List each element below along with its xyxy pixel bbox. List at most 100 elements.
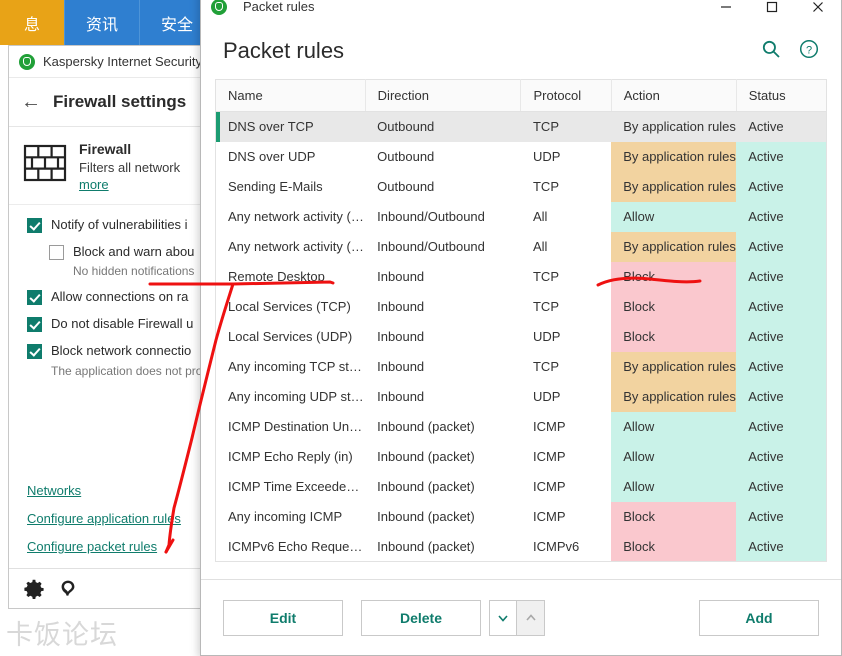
option-note-block-network-connections: The application does not pro	[51, 364, 203, 378]
table-row[interactable]: DNS over TCP Outbound TCP By application ru…	[215, 111, 827, 142]
networks-link[interactable]: Networks	[27, 483, 181, 498]
option-block-network-connections[interactable]: Block network connectio	[27, 343, 203, 359]
help-icon[interactable]: ?	[799, 39, 819, 62]
chevron-up-icon[interactable]	[517, 599, 545, 636]
brick-wall-icon	[23, 141, 67, 185]
table-row[interactable]: ICMPv6 Echo Request (... Inbound (packet)…	[216, 531, 827, 562]
cell-status: Active	[736, 171, 827, 202]
delete-button[interactable]: Delete	[361, 599, 481, 636]
cell-action: Allow	[611, 411, 737, 442]
cell-action: By application rules	[611, 381, 737, 412]
option-allow-connections[interactable]: Allow connections on ra	[27, 289, 203, 305]
checkbox-block-and-warn[interactable]	[49, 245, 64, 260]
column-header-direction[interactable]: Direction	[365, 79, 522, 112]
close-button[interactable]	[795, 0, 841, 22]
table-row[interactable]: Any incoming ICMP Inbound (packet) ICMP Blo…	[216, 501, 827, 532]
option-notify-vulnerabilities[interactable]: Notify of vulnerabilities i	[27, 217, 203, 233]
checkbox-do-not-disable-firewall[interactable]	[27, 317, 42, 332]
dialog-content: Name Direction Protocol Action Status DN…	[201, 79, 841, 579]
table-row[interactable]: Sending E-Mails Outbound TCP By application…	[216, 171, 827, 202]
table-row[interactable]: Local Services (TCP) Inbound TCP Block Activ…	[216, 291, 827, 322]
cell-direction: Inbound	[377, 389, 425, 404]
table-row[interactable]: Any incoming TCP stre... Inbound TCP By app…	[216, 351, 827, 382]
cell-direction: Inbound (packet)	[377, 419, 475, 434]
forum-watermark: 卡饭论坛	[6, 620, 118, 651]
cell-action: By application rules	[611, 351, 737, 382]
cell-protocol: ICMPv6	[532, 538, 580, 554]
dialog-header-actions: ?	[761, 39, 819, 62]
cell-rule-name: DNS over TCP	[215, 111, 366, 142]
back-arrow-icon[interactable]: ←	[9, 91, 53, 114]
cell-protocol: TCP	[532, 359, 559, 374]
page-title: Firewall settings	[53, 92, 187, 111]
cell-direction: Inbound (packet)	[377, 509, 475, 524]
gear-icon[interactable]	[23, 578, 45, 600]
cell-rule-name: Local Services (UDP)	[228, 329, 353, 344]
more-link[interactable]: more	[79, 177, 109, 192]
table-row[interactable]: ICMP Echo Reply (in) Inbound (packet) ICMP…	[216, 441, 827, 472]
cell-rule-name: Any incoming TCP stre...	[228, 359, 366, 374]
minimize-button[interactable]	[703, 0, 749, 22]
cell-protocol: TCP	[532, 179, 559, 194]
column-header-status[interactable]: Status	[736, 79, 827, 112]
edit-button[interactable]: Edit	[223, 599, 343, 636]
cell-rule-name: DNS over UDP	[228, 149, 316, 164]
cell-action: Block	[611, 531, 737, 562]
search-icon[interactable]	[761, 39, 781, 62]
column-header-name[interactable]: Name	[215, 79, 366, 112]
maximize-button[interactable]	[749, 0, 795, 22]
table-row[interactable]: Any network activity (L... Inbound/Outbou…	[216, 231, 827, 262]
cell-action: Block	[611, 291, 737, 322]
cell-action: Block	[611, 501, 737, 532]
cell-direction: Outbound	[377, 149, 435, 164]
cell-status: Active	[736, 201, 827, 232]
cell-status: Active	[736, 321, 827, 352]
column-header-protocol[interactable]: Protocol	[520, 79, 612, 112]
ksi-titlebar: Kaspersky Internet Security	[9, 46, 203, 78]
cell-protocol: UDP	[532, 329, 561, 344]
cell-direction: Outbound	[365, 111, 521, 142]
cell-action: Allow	[611, 471, 737, 502]
chevron-down-icon[interactable]	[489, 599, 517, 636]
cell-rule-name: ICMP Destination Unre...	[228, 419, 366, 434]
support-icon[interactable]	[57, 578, 79, 600]
cell-direction: Inbound	[377, 269, 425, 284]
cell-direction: Inbound (packet)	[377, 449, 475, 464]
option-label: Allow connections on ra	[51, 289, 189, 304]
checkbox-block-network-connections[interactable]	[27, 344, 42, 359]
add-button[interactable]: Add	[699, 599, 819, 636]
cell-rule-name: Any incoming ICMP	[228, 509, 343, 524]
cell-rule-name: ICMPv6 Echo Request (...	[228, 538, 366, 554]
browser-tab-1[interactable]: 资讯	[64, 0, 139, 45]
table-row[interactable]: ICMP Destination Unre... Inbound (packet)…	[216, 411, 827, 442]
cell-status: Active	[736, 441, 827, 472]
option-do-not-disable-firewall[interactable]: Do not disable Firewall u	[27, 316, 203, 332]
firewall-name: Firewall	[79, 141, 132, 157]
table-row[interactable]: ICMP Time Exceeded (in) Inbound (packet) I…	[216, 471, 827, 502]
cell-status: Active	[736, 411, 827, 442]
cell-status: Active	[736, 261, 827, 292]
configure-packet-rules-link[interactable]: Configure packet rules	[27, 539, 181, 554]
firewall-options-list: Notify of vulnerabilities i Block and wa…	[9, 205, 203, 378]
table-row[interactable]: Any incoming UDP stre... Inbound UDP By app…	[216, 381, 827, 412]
cell-status: Active	[736, 111, 827, 142]
table-row[interactable]: DNS over UDP Outbound UDP By application ru…	[216, 141, 827, 172]
table-row[interactable]: Local Services (UDP) Inbound UDP Block Activ…	[216, 321, 827, 352]
dialog-titlebar: Packet rules	[201, 0, 841, 22]
cell-direction: Inbound (packet)	[377, 479, 475, 494]
column-header-action[interactable]: Action	[611, 79, 737, 112]
cell-status: Active	[736, 381, 827, 412]
cell-protocol: UDP	[532, 389, 561, 404]
svg-text:?: ?	[806, 44, 812, 56]
table-row[interactable]: Remote Desktop Inbound TCP Block Active	[216, 261, 827, 292]
firewall-description: Filters all network	[79, 160, 181, 175]
cell-direction: Inbound	[377, 299, 425, 314]
option-note-block-and-warn: No hidden notifications	[73, 264, 195, 278]
browser-tab-0[interactable]: 息	[0, 0, 64, 45]
configure-application-rules-link[interactable]: Configure application rules	[27, 511, 181, 526]
checkbox-allow-connections[interactable]	[27, 290, 42, 305]
dialog-footer: Edit Delete Add	[201, 579, 841, 655]
table-row[interactable]: Any network activity (T... Inbound/Outbou…	[216, 201, 827, 232]
option-block-and-warn[interactable]: Block and warn abou	[49, 244, 203, 260]
checkbox-notify-vulnerabilities[interactable]	[27, 218, 42, 233]
